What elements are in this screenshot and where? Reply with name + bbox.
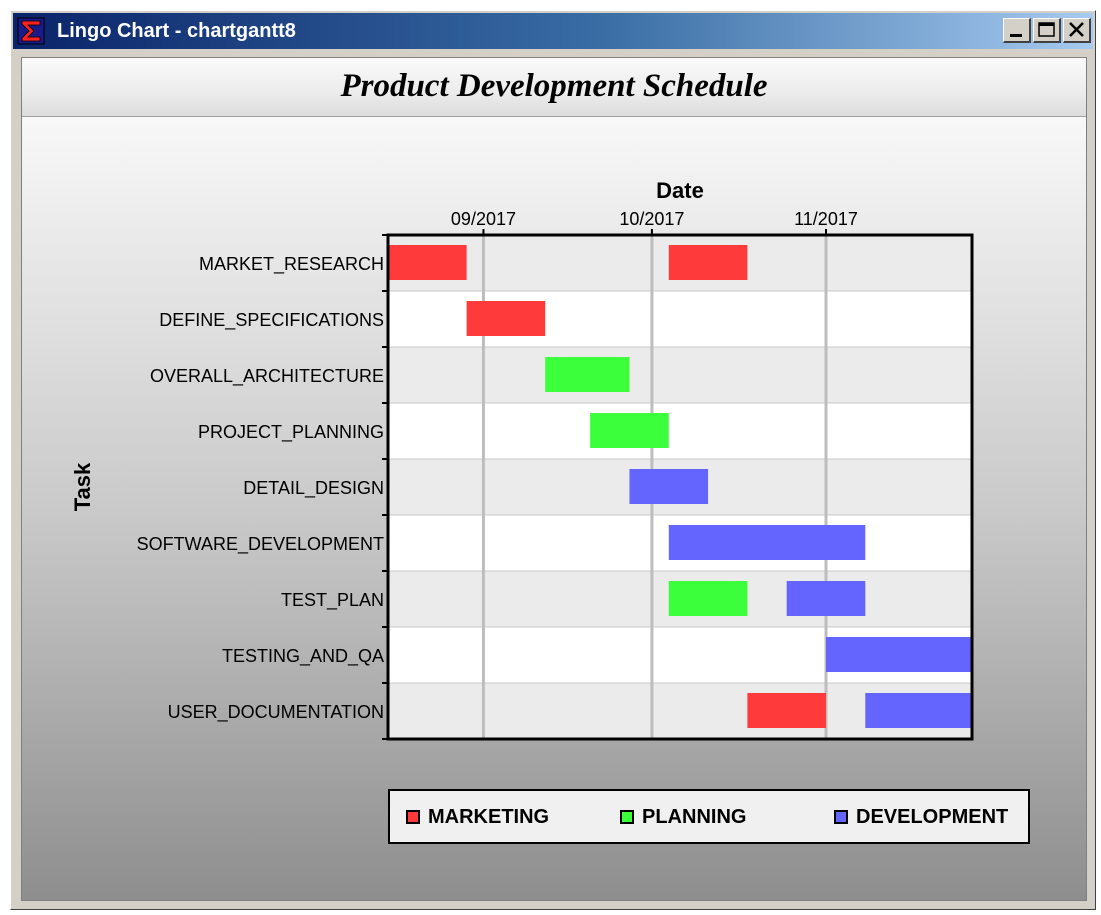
chart-legend: MARKETING PLANNING DEVELOPMENT [388,789,1030,844]
gantt-bar [747,693,826,728]
legend-swatch [620,810,634,824]
y-tick-label: USER_DOCUMENTATION [168,702,384,723]
gantt-bar [786,581,866,616]
legend-label: PLANNING [642,806,747,828]
legend-label: DEVELOPMENT [856,806,1009,828]
gantt-bar [668,525,866,560]
y-tick-label: SOFTWARE_DEVELOPMENT [137,534,384,555]
minimize-icon [1010,34,1022,37]
gantt-bar [629,469,709,504]
sigma-app-icon [17,17,45,45]
y-tick-label: DEFINE_SPECIFICATIONS [159,310,384,331]
y-tick-label: DETAIL_DESIGN [243,478,384,499]
gantt-bar [668,581,748,616]
legend-swatch [834,810,848,824]
y-tick-label: PROJECT_PLANNING [198,422,384,443]
y-tick-label: TESTING_AND_QA [222,646,384,667]
window-title: Lingo Chart - chartgantt8 [57,20,296,42]
maximize-button[interactable] [1033,18,1061,43]
x-axis-title: Date [656,178,704,203]
gantt-bar [668,245,748,280]
gantt-bar [545,357,630,392]
x-tick-label: 11/2017 [794,209,858,229]
y-tick-label: OVERALL_ARCHITECTURE [150,366,384,387]
chart-window: Lingo Chart - chartgantt8 Product Develo… [10,10,1096,910]
y-axis-title: Task [70,462,95,511]
row-band [388,403,972,459]
legend-swatch [406,810,420,824]
y-tick-label: TEST_PLAN [281,590,384,611]
gantt-bar [388,245,467,280]
x-tick-label: 09/2017 [451,209,516,229]
legend-label: MARKETING [428,806,550,828]
x-tick-label: 10/2017 [619,209,684,229]
close-button[interactable] [1063,18,1091,43]
gantt-plot: MARKET_RESEARCH DEFINE_SPECIFICATIONS OVER… [70,178,974,741]
chart-area: Product Development Schedule MARKET_RESE… [21,57,1087,901]
gantt-bar [466,301,546,336]
title-bar[interactable]: Lingo Chart - chartgantt8 [13,13,1093,49]
gantt-bar [865,693,972,728]
gantt-bar [826,637,972,672]
gantt-bar [590,413,669,448]
row-band [388,347,972,403]
minimize-button[interactable] [1003,18,1031,43]
y-tick-label: MARKET_RESEARCH [199,254,384,275]
close-icon [1069,22,1084,37]
maximize-icon [1038,22,1055,37]
